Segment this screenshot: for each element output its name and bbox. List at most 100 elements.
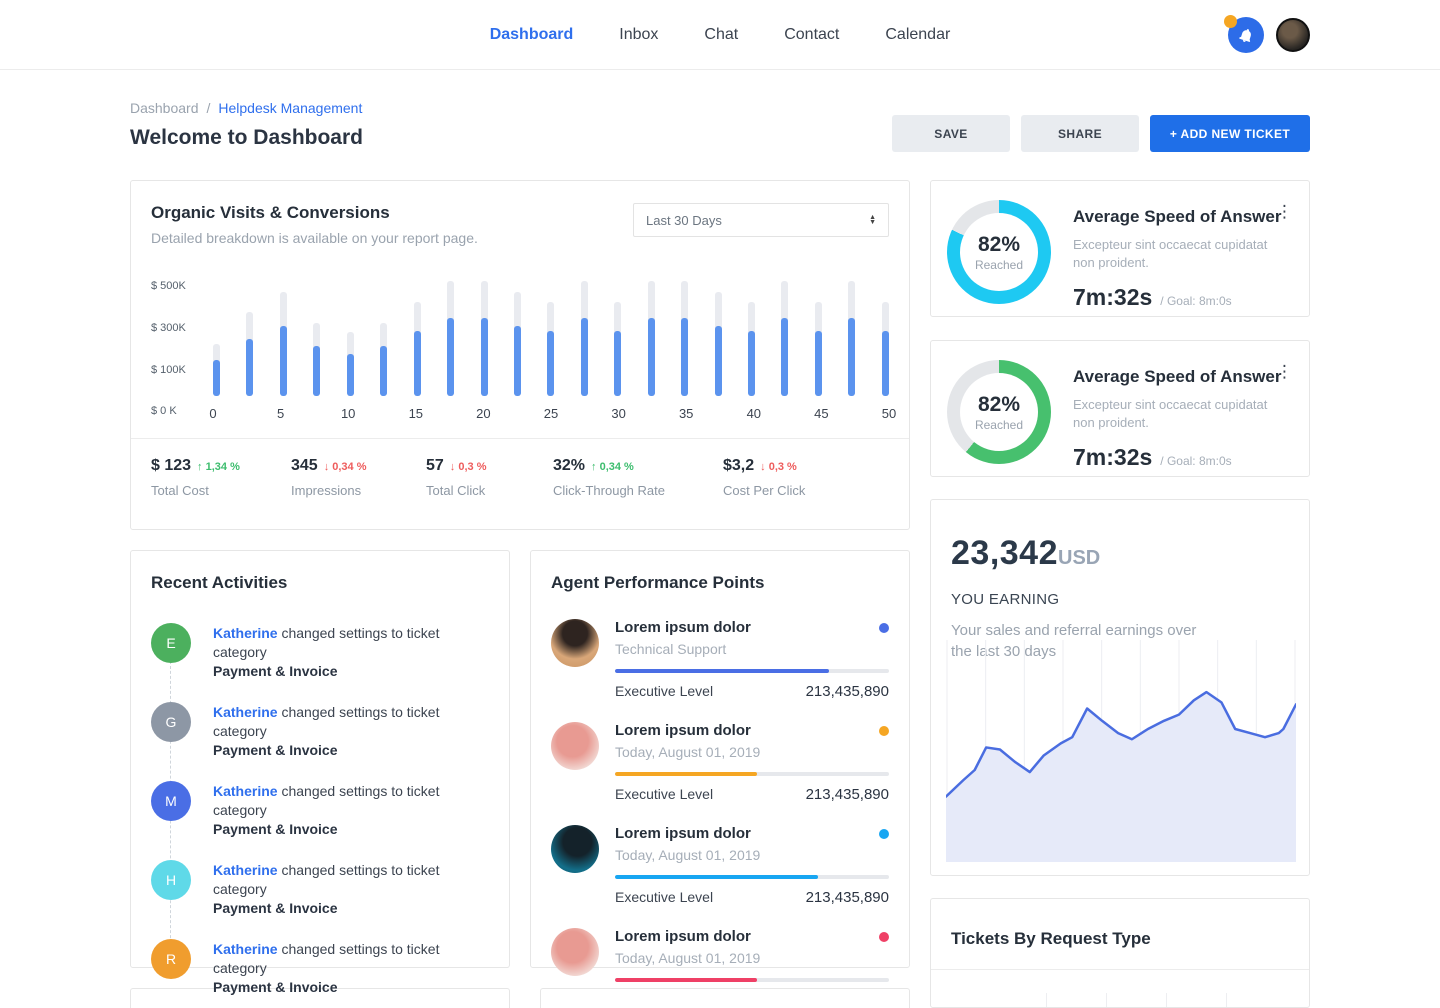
average-speed-card-2: 82%Reached⋮Average Speed of AnswerExcept… — [930, 340, 1310, 477]
bar-chart-bars — [213, 272, 889, 396]
agent-progress-track — [615, 772, 889, 776]
page-header: Dashboard / Helpdesk Management Welcome … — [130, 100, 1310, 152]
activity-target: Payment & Invoice — [213, 900, 338, 916]
nav-item-dashboard[interactable]: Dashboard — [490, 26, 574, 44]
answer-card-description: Excepteur sint occaecat cupidatat non pr… — [1073, 236, 1288, 272]
bar-fill — [514, 326, 521, 396]
agent-row1: Lorem ipsum dolor — [615, 825, 889, 842]
agent-body: Lorem ipsum dolorTechnical SupportExecut… — [615, 619, 889, 700]
kebab-menu-icon[interactable]: ⋮ — [1276, 365, 1293, 379]
save-button[interactable]: SAVE — [892, 115, 1010, 152]
x-tick: 25 — [544, 406, 558, 421]
tickets-title: Tickets By Request Type — [951, 929, 1289, 949]
x-tick: 30 — [611, 406, 625, 421]
bar-fill — [614, 331, 621, 396]
activity-target: Payment & Invoice — [213, 742, 338, 758]
stat-impressions: 345↓ 0,34 %Impressions — [291, 457, 426, 498]
stat-label: Click-Through Rate — [553, 483, 723, 498]
x-tick: 15 — [409, 406, 423, 421]
bar-fill — [347, 354, 354, 396]
answer-card-description: Excepteur sint occaecat cupidatat non pr… — [1073, 396, 1288, 432]
user-avatar[interactable] — [1276, 18, 1310, 52]
gridline-stub — [1106, 993, 1107, 1007]
stat-label: Impressions — [291, 483, 426, 498]
date-range-value: Last 30 Days — [646, 213, 722, 228]
agent-performance-card: Agent Performance Points Lorem ipsum dol… — [530, 550, 910, 968]
agent-progress-bar — [615, 875, 818, 879]
agent-status-dot — [879, 829, 889, 839]
nav-item-calendar[interactable]: Calendar — [885, 26, 950, 44]
answer-card-body: ⋮Average Speed of AnswerExcepteur sint o… — [1073, 359, 1291, 476]
activity-target: Payment & Invoice — [213, 663, 338, 679]
area-fill — [946, 692, 1296, 862]
x-tick: 40 — [747, 406, 761, 421]
activity-item: GKatherine changed settings to ticket ca… — [151, 702, 489, 760]
left-column: Organic Visits & Conversions Detailed br… — [130, 180, 910, 1008]
activity-user[interactable]: Katherine — [213, 783, 278, 799]
answer-goal: / Goal: 8m:0s — [1160, 294, 1231, 308]
bottom-right-card — [540, 988, 910, 1008]
agent-item: Lorem ipsum dolorTechnical SupportExecut… — [551, 619, 889, 700]
organic-card-subtitle: Detailed breakdown is available on your … — [151, 230, 478, 246]
x-tick: 5 — [277, 406, 284, 421]
agent-item: Lorem ipsum dolorToday, August 01, 2019E… — [551, 825, 889, 906]
y-tick: $ 500K — [151, 280, 186, 292]
page-content: Dashboard / Helpdesk Management Welcome … — [130, 70, 1310, 1008]
share-button[interactable]: SHARE — [1021, 115, 1139, 152]
right-column: 82%Reached⋮Average Speed of AnswerExcept… — [930, 180, 1310, 1008]
agent-body: Lorem ipsum dolorToday, August 01, 2019E… — [615, 825, 889, 906]
organic-card-title: Organic Visits & Conversions — [151, 203, 478, 223]
bar-chart-x-axis: 05101520253035404550 — [213, 406, 889, 422]
stat-delta-down: ↓ 0,34 % — [324, 461, 367, 473]
stat-delta-down: ↓ 0,3 % — [760, 461, 797, 473]
date-range-select[interactable]: Last 30 Days ▲▼ — [633, 203, 889, 237]
bar-15 — [414, 302, 421, 396]
breadcrumb-current[interactable]: Helpdesk Management — [218, 100, 362, 116]
stat-total-cost: $ 123↑ 1,34 %Total Cost — [151, 457, 291, 498]
agent-subtitle: Today, August 01, 2019 — [615, 950, 889, 966]
bar-fill — [882, 331, 889, 396]
bar-fill — [246, 339, 253, 396]
stat-label: Cost Per Click — [723, 483, 878, 498]
stat-label: Total Click — [426, 483, 553, 498]
stat-value: 57 — [426, 457, 444, 475]
agent-progress-bar — [615, 978, 757, 982]
activity-user[interactable]: Katherine — [213, 625, 278, 641]
bar-fill — [748, 331, 755, 396]
notifications-button[interactable] — [1228, 17, 1264, 53]
activity-user[interactable]: Katherine — [213, 704, 278, 720]
bar-40 — [748, 302, 755, 396]
bar-42.5 — [781, 281, 788, 396]
activity-text: Katherine changed settings to ticket cat… — [213, 623, 489, 681]
agent-progress-track — [615, 875, 889, 879]
bar-45 — [815, 302, 822, 396]
agent-name: Lorem ipsum dolor — [615, 722, 751, 739]
stat-delta-up: ↑ 0,34 % — [591, 461, 634, 473]
topnav-right — [1228, 0, 1310, 70]
stat-top: 57↓ 0,3 % — [426, 457, 553, 475]
nav-item-chat[interactable]: Chat — [704, 26, 738, 44]
kebab-menu-icon[interactable]: ⋮ — [1276, 205, 1293, 219]
nav-item-contact[interactable]: Contact — [784, 26, 839, 44]
main-nav: Dashboard Inbox Chat Contact Calendar — [490, 26, 951, 44]
agent-progress-bar — [615, 772, 757, 776]
add-new-ticket-button[interactable]: + ADD NEW TICKET — [1150, 115, 1310, 152]
bar-20 — [481, 281, 488, 396]
activity-user[interactable]: Katherine — [213, 941, 278, 957]
bar-fill — [815, 331, 822, 396]
bar-chart-y-axis: $ 500K$ 300K$ 100K$ 0 K — [151, 272, 203, 422]
activity-user[interactable]: Katherine — [213, 862, 278, 878]
organic-head-text: Organic Visits & Conversions Detailed br… — [151, 203, 478, 246]
breadcrumb-parent[interactable]: Dashboard — [130, 100, 199, 116]
bar-fill — [481, 318, 488, 396]
agent-status-dot — [879, 726, 889, 736]
agent-row2: Executive Level213,435,890 — [615, 683, 889, 700]
x-tick: 50 — [882, 406, 896, 421]
bar-fill — [547, 331, 554, 396]
bar-fill — [380, 346, 387, 396]
notification-badge — [1224, 15, 1237, 28]
nav-item-inbox[interactable]: Inbox — [619, 26, 658, 44]
answer-goal: / Goal: 8m:0s — [1160, 454, 1231, 468]
header-actions: SAVE SHARE + ADD NEW TICKET — [892, 115, 1310, 152]
agent-list: Lorem ipsum dolorTechnical SupportExecut… — [551, 619, 889, 1008]
